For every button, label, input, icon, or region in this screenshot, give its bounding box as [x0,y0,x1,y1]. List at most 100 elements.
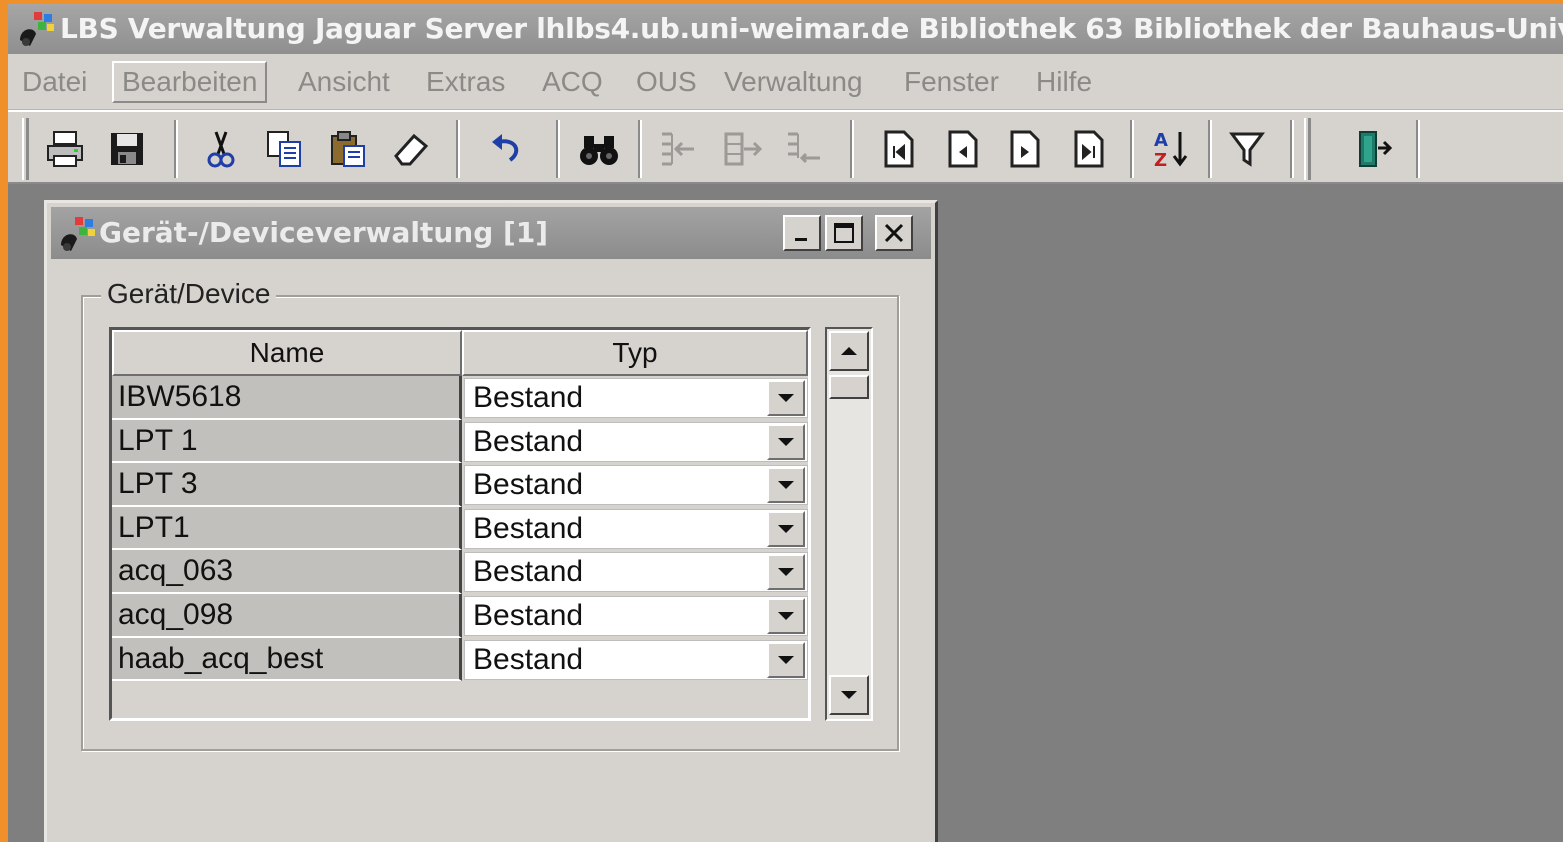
close-button[interactable] [875,215,913,251]
toolbar-separator [850,120,854,178]
device-type-select[interactable]: Bestand [464,552,808,593]
device-name-cell[interactable]: haab_acq_best [112,637,462,682]
device-type-value: Bestand [473,511,584,545]
vertical-scrollbar[interactable] [825,327,873,721]
device-type-select[interactable]: Bestand [464,596,808,636]
scroll-down-button[interactable] [829,675,869,715]
menu-acq[interactable]: ACQ [534,61,611,103]
previous-record-button[interactable] [938,126,988,172]
device-type-value: Bestand [473,381,584,414]
toolbar-grip[interactable] [1304,118,1311,180]
scroll-thumb[interactable] [829,375,869,399]
table-row[interactable]: acq_098 Bestand [112,594,808,638]
column-header-name[interactable]: Name [112,330,462,376]
device-name-cell[interactable]: LPT 3 [112,463,462,507]
append-record-icon [724,132,763,166]
table-row[interactable]: haab_acq_best Bestand [112,637,808,682]
funnel-icon [1229,132,1265,167]
print-button[interactable] [40,126,90,172]
toolbar-separator [456,120,460,178]
last-page-icon [1074,130,1104,168]
menu-fenster[interactable]: Fenster [896,61,1007,103]
device-name-cell[interactable]: LPT 1 [112,419,462,464]
dropdown-button[interactable] [767,380,805,416]
cut-button[interactable] [196,126,246,172]
record-insert-button[interactable] [654,126,704,172]
device-type-select[interactable]: Bestand [464,508,808,549]
app-title-bar[interactable]: LBS Verwaltung Jaguar Server lhlbs4.ub.u… [8,4,1563,54]
device-name-cell[interactable]: IBW5618 [112,376,462,420]
device-management-window: Gerät-/Deviceverwaltung [1] Gerät/Device… [44,200,938,842]
device-type-select[interactable]: Bestand [464,465,808,506]
sort-az-icon: A Z [1154,130,1188,170]
sort-button[interactable]: A Z [1146,126,1196,172]
dropdown-button[interactable] [767,467,805,504]
chevron-down-icon [778,437,794,446]
toolbar-separator [174,120,178,178]
table-row[interactable]: IBW5618 Bestand [112,376,808,420]
device-type-value: Bestand [473,468,584,502]
table-row[interactable]: LPT1 Bestand [112,506,808,551]
toolbar-separator [556,120,560,178]
application-window: LBS Verwaltung Jaguar Server lhlbs4.ub.u… [8,4,1563,842]
menu-ous[interactable]: OUS [628,61,705,103]
paste-button[interactable] [324,126,374,172]
copy-icon [267,131,301,167]
clipboard-icon [331,131,365,167]
group-box-label: Gerät/Device [101,275,277,313]
dropdown-button[interactable] [767,641,805,678]
maximize-icon [834,223,854,243]
table-row[interactable]: LPT 1 Bestand [112,419,808,464]
record-append-button[interactable] [718,126,768,172]
device-type-select[interactable]: Bestand [464,378,808,418]
menu-datei[interactable]: Datei [14,61,95,103]
child-window-title: Gerät-/Deviceverwaltung [1] [99,216,549,249]
menu-bearbeiten[interactable]: Bearbeiten [112,61,268,103]
toolbar-separator [1290,120,1294,178]
scissors-icon [207,131,235,168]
binoculars-icon [580,136,618,165]
dropdown-button[interactable] [767,510,805,547]
maximize-button[interactable] [825,215,863,251]
minimize-button[interactable] [783,215,821,251]
dropdown-button[interactable] [767,423,805,460]
menu-bar: Datei Bearbeiten Ansicht Extras ACQ OUS Verwal… [8,54,1563,110]
device-name-cell[interactable]: acq_063 [112,550,462,594]
erase-button[interactable] [386,126,436,172]
dropdown-button[interactable] [767,598,805,634]
filter-button[interactable] [1222,126,1272,172]
arrow-down-icon [841,691,857,699]
menu-hilfe[interactable]: Hilfe [1028,61,1100,103]
dropdown-button[interactable] [767,554,805,591]
app-logo-icon [20,12,54,46]
copy-button[interactable] [260,126,310,172]
chevron-down-icon [778,394,794,402]
device-name-cell[interactable]: LPT1 [112,506,462,551]
undo-button[interactable] [482,126,532,172]
toolbar-grip[interactable] [22,118,29,180]
table-row[interactable]: acq_063 Bestand [112,550,808,594]
scroll-up-button[interactable] [829,331,869,371]
insert-record-icon [662,132,694,166]
exit-button[interactable] [1348,126,1398,172]
column-header-typ[interactable]: Typ [462,330,808,376]
child-title-bar[interactable]: Gerät-/Deviceverwaltung [1] [51,207,931,259]
table-row[interactable]: LPT 3 Bestand [112,463,808,507]
save-button[interactable] [102,126,152,172]
device-type-select[interactable]: Bestand [464,421,808,462]
first-record-button[interactable] [874,126,924,172]
undo-icon [492,134,519,162]
arrow-up-icon [841,347,857,355]
device-type-select[interactable]: Bestand [464,639,808,680]
menu-ansicht[interactable]: Ansicht [290,61,398,103]
find-button[interactable] [574,126,624,172]
eraser-icon [394,133,429,166]
record-delete-button[interactable] [780,126,830,172]
menu-verwaltung[interactable]: Verwaltung [716,61,871,103]
next-record-button[interactable] [1000,126,1050,172]
device-type-value: Bestand [473,599,584,632]
last-record-button[interactable] [1064,126,1114,172]
menu-extras[interactable]: Extras [418,61,513,103]
device-name-cell[interactable]: acq_098 [112,594,462,638]
delete-record-icon [788,132,820,164]
